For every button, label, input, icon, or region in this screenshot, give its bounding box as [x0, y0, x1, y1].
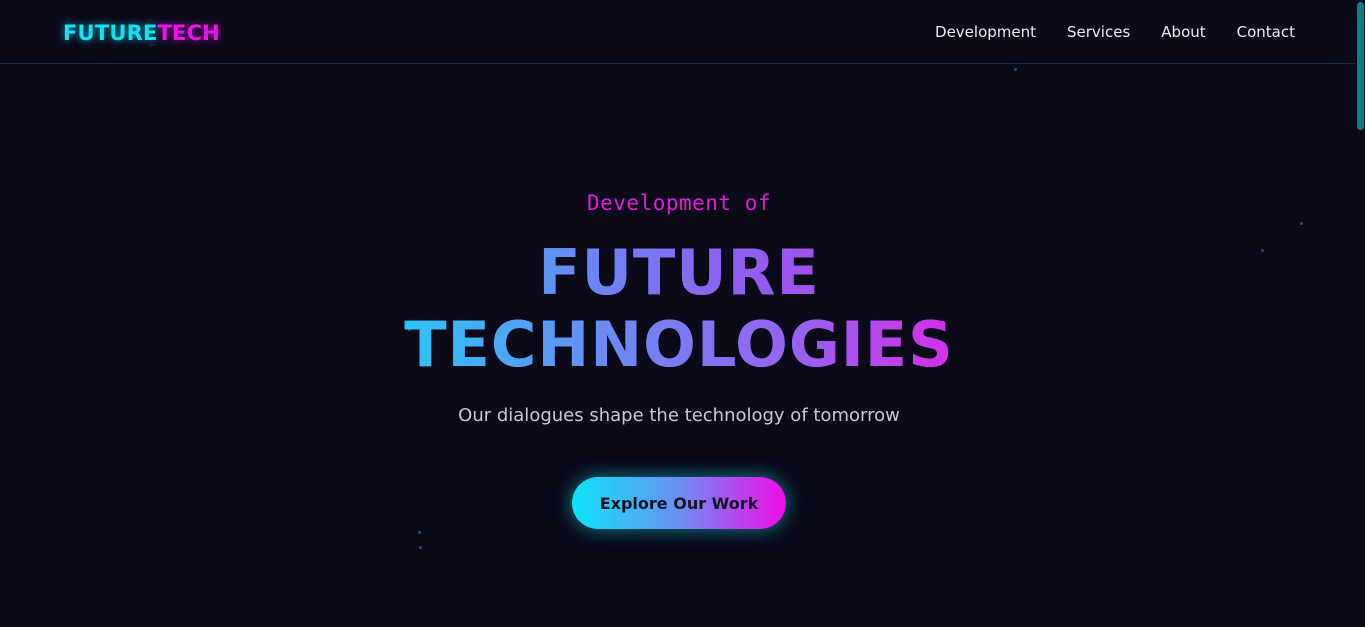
- headline-line-1: FUTURE: [0, 237, 1358, 309]
- navbar: FUTURETECH Development Services About Co…: [0, 0, 1355, 64]
- particle-dot: [1014, 68, 1017, 71]
- particle-dot: [418, 531, 421, 534]
- main-nav: Development Services About Contact: [935, 22, 1295, 42]
- logo-future: FUTURE: [63, 21, 158, 45]
- page: FUTURETECH Development Services About Co…: [0, 0, 1365, 627]
- hero-subtitle: Our dialogues shape the technology of to…: [458, 405, 900, 426]
- scrollbar[interactable]: [1355, 0, 1365, 627]
- scrollbar-thumb[interactable]: [1357, 2, 1364, 130]
- particle-dot: [419, 546, 422, 549]
- nav-link-services[interactable]: Services: [1067, 22, 1130, 42]
- hero-eyebrow: Development of: [586, 191, 771, 215]
- nav-link-contact[interactable]: Contact: [1237, 22, 1295, 42]
- hero-section: Development of FUTURE TECHNOLOGIES Our d…: [0, 64, 1355, 627]
- hero-headline: FUTURE TECHNOLOGIES: [0, 237, 1358, 381]
- particle-dot: [1300, 222, 1303, 225]
- nav-link-development[interactable]: Development: [935, 22, 1036, 42]
- logo[interactable]: FUTURETECH: [63, 19, 220, 47]
- headline-line-2: TECHNOLOGIES: [0, 309, 1358, 381]
- logo-tech: TECH: [157, 21, 220, 45]
- explore-our-work-button[interactable]: Explore Our Work: [572, 477, 786, 529]
- nav-link-about[interactable]: About: [1161, 22, 1205, 42]
